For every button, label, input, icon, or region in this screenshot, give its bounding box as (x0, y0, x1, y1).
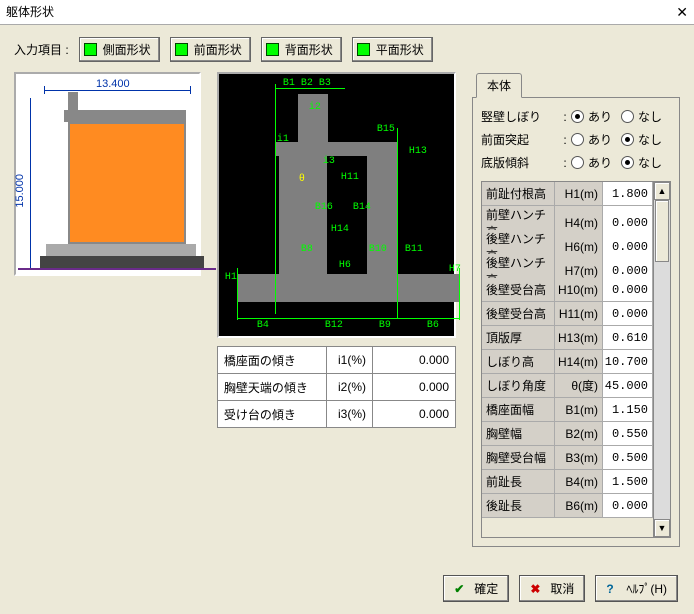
square-icon (266, 43, 279, 56)
param-row: 後壁ハンチ高H6(m)0.000 (482, 230, 653, 254)
param-name: 後趾長 (482, 494, 555, 517)
radio-icon (621, 110, 634, 123)
param-row: 前壁ハンチ高H4(m)0.000 (482, 206, 653, 230)
param-row: 後壁受台高H10(m)0.000 (482, 278, 653, 302)
scroll-down-icon[interactable]: ▼ (654, 519, 670, 537)
radio-label: 竪壁しぼり (481, 108, 559, 125)
cancel-button[interactable]: ✖ 取消 (519, 575, 585, 602)
view-front-button[interactable]: 前面形状 (170, 37, 251, 62)
dim-height: 15.000 (14, 174, 26, 208)
help-button[interactable]: ? ﾍﾙﾌﾟ(H) (595, 575, 678, 602)
param-value[interactable]: 1.500 (603, 470, 653, 493)
square-icon (175, 43, 188, 56)
titlebar: 躯体形状 ✕ (0, 0, 694, 25)
body-fill (68, 122, 186, 244)
radio-group: 竪壁しぼり:ありなし前面突起:ありなし底版傾斜:ありなし (481, 108, 671, 171)
tab-panel: 竪壁しぼり:ありなし前面突起:ありなし底版傾斜:ありなし 前趾付根高H1(m)1… (472, 97, 680, 547)
radio-option[interactable]: あり (571, 108, 621, 125)
param-symbol: H10(m) (555, 278, 603, 301)
param-row: 橋座面幅B1(m)1.150 (482, 398, 653, 422)
param-row: しぼり高H14(m)10.700 (482, 350, 653, 374)
param-name: しぼり角度 (482, 374, 555, 397)
param-value[interactable]: 0.550 (603, 422, 653, 445)
param-symbol: B4(m) (555, 470, 603, 493)
param-name: 後壁受台高 (482, 278, 555, 301)
param-grid: 前趾付根高H1(m)1.800前壁ハンチ高H4(m)0.000後壁ハンチ高H6(… (482, 182, 653, 537)
radio-icon (571, 156, 584, 169)
param-row: 胸壁受台幅B3(m)0.500 (482, 446, 653, 470)
param-row: 後壁受台高H11(m)0.000 (482, 302, 653, 326)
scrollbar[interactable]: ▲ ▼ (653, 182, 670, 537)
window-title: 躯体形状 (6, 0, 54, 24)
param-name: 前趾付根高 (482, 182, 555, 205)
tab-main[interactable]: 本体 (476, 73, 522, 98)
param-value[interactable]: 0.000 (603, 302, 653, 325)
param-name: 後壁受台高 (482, 302, 555, 325)
param-row: 前趾付根高H1(m)1.800 (482, 182, 653, 206)
radio-label: 前面突起 (481, 131, 559, 148)
param-row: しぼり角度θ(度)45.000 (482, 374, 653, 398)
radio-option[interactable]: あり (571, 154, 621, 171)
param-symbol: H13(m) (555, 326, 603, 349)
input-label: 入力項目 : (14, 41, 69, 58)
param-symbol: B1(m) (555, 398, 603, 421)
param-value[interactable]: 45.000 (603, 374, 653, 397)
param-symbol: B3(m) (555, 446, 603, 469)
param-value[interactable]: 1.150 (603, 398, 653, 421)
scroll-up-icon[interactable]: ▲ (654, 182, 670, 200)
param-symbol: θ(度) (555, 374, 603, 397)
radio-label: 底版傾斜 (481, 154, 559, 171)
param-row: 後趾長B6(m)0.000 (482, 494, 653, 518)
param-value[interactable]: 0.500 (603, 446, 653, 469)
param-name: 胸壁幅 (482, 422, 555, 445)
close-icon[interactable]: ✕ (676, 0, 688, 24)
param-value[interactable]: 0.000 (603, 494, 653, 517)
radio-option[interactable]: なし (621, 154, 671, 171)
param-name: 胸壁受台幅 (482, 446, 555, 469)
param-value[interactable]: 0.610 (603, 326, 653, 349)
param-symbol: B2(m) (555, 422, 603, 445)
param-symbol: H1(m) (555, 182, 603, 205)
radio-icon (621, 133, 634, 146)
param-value[interactable]: 1.800 (603, 182, 653, 205)
cross-icon: ✖ (530, 582, 544, 596)
param-row: 胸壁幅B2(m)0.550 (482, 422, 653, 446)
radio-option[interactable]: なし (621, 108, 671, 125)
param-name: 頂版厚 (482, 326, 555, 349)
param-value[interactable]: 10.700 (603, 350, 653, 373)
view-side-button[interactable]: 側面形状 (79, 37, 160, 62)
help-icon: ? (606, 582, 620, 596)
param-name: 前趾長 (482, 470, 555, 493)
param-symbol: B6(m) (555, 494, 603, 517)
param-row: 頂版厚H13(m)0.610 (482, 326, 653, 350)
param-row: 前趾長B4(m)1.500 (482, 470, 653, 494)
param-name: 橋座面幅 (482, 398, 555, 421)
param-value[interactable]: 0.000 (603, 278, 653, 301)
table-row: 受け台の傾きi3(%)0.000 (217, 401, 455, 428)
ok-button[interactable]: ✔ 確定 (443, 575, 509, 602)
view-plan-button[interactable]: 平面形状 (352, 37, 433, 62)
table-row: 橋座面の傾きi1(%)0.000 (217, 347, 455, 374)
square-icon (84, 43, 97, 56)
radio-icon (571, 133, 584, 146)
dim-width: 13.400 (96, 78, 130, 90)
param-name: しぼり高 (482, 350, 555, 373)
param-symbol: H14(m) (555, 350, 603, 373)
side-view: 13.400 15.000 (14, 72, 201, 276)
radio-icon (621, 156, 634, 169)
scroll-thumb[interactable] (655, 200, 669, 262)
square-icon (357, 43, 370, 56)
table-row: 胸壁天端の傾きi2(%)0.000 (217, 374, 455, 401)
check-icon: ✔ (454, 582, 468, 596)
front-view: B1 B2 B3 i1 i2 i3 θ B15 H13 B16 H11 H14 … (217, 72, 456, 338)
radio-option[interactable]: あり (571, 131, 621, 148)
param-row: 後壁ハンチ高H7(m)0.000 (482, 254, 653, 278)
param-symbol: H11(m) (555, 302, 603, 325)
incline-table: 橋座面の傾きi1(%)0.000 胸壁天端の傾きi2(%)0.000 受け台の傾… (217, 346, 456, 428)
radio-option[interactable]: なし (621, 131, 671, 148)
view-back-button[interactable]: 背面形状 (261, 37, 342, 62)
radio-icon (571, 110, 584, 123)
